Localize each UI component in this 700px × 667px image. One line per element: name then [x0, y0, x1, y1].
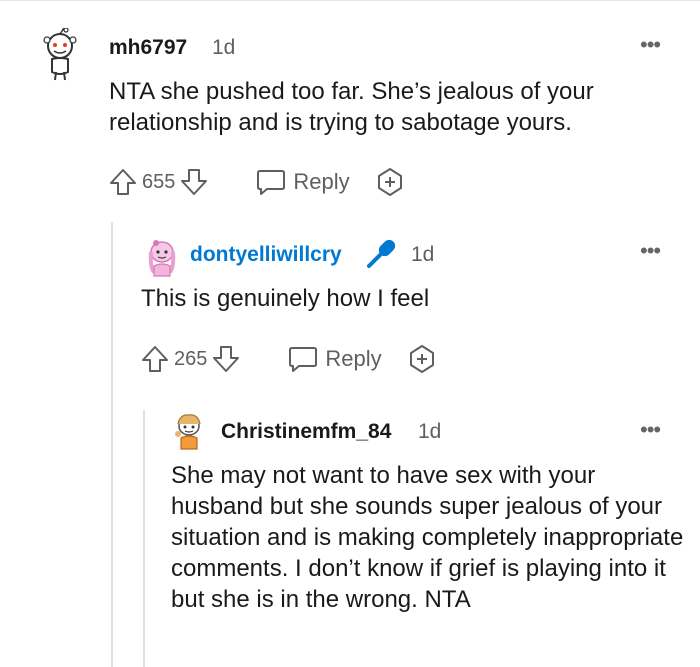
user-avatar[interactable]	[172, 412, 206, 452]
award-icon[interactable]	[406, 343, 438, 375]
reply-button[interactable]: Reply	[287, 344, 382, 374]
downvote-icon[interactable]	[179, 167, 209, 197]
comment-bubble-icon	[257, 170, 286, 195]
more-options-icon[interactable]: •••	[640, 34, 661, 56]
vote-count: 655	[142, 170, 176, 193]
more-options-icon[interactable]: •••	[640, 240, 661, 262]
comment-age: 1d	[418, 420, 442, 443]
top-divider	[0, 0, 700, 1]
upvote-icon[interactable]	[140, 344, 170, 374]
comment-username[interactable]: dontyelliwillcry	[190, 243, 342, 267]
vote-count: 265	[174, 347, 208, 370]
snoo-avatar[interactable]	[38, 28, 82, 82]
more-options-icon[interactable]: •••	[640, 419, 661, 441]
user-avatar[interactable]	[144, 238, 180, 278]
comment-actions: 655 Reply	[108, 166, 406, 198]
downvote-icon[interactable]	[211, 344, 241, 374]
comment-age: 1d	[212, 36, 236, 59]
thread-line[interactable]	[143, 410, 145, 667]
comment-username[interactable]: Christinemfm_84	[221, 420, 391, 444]
comment-age: 1d	[411, 243, 435, 266]
comment-bubble-icon	[289, 347, 318, 372]
microphone-icon	[367, 239, 396, 268]
thread-line[interactable]	[111, 222, 113, 667]
comment-body: NTA she pushed too far. She’s jealous of…	[109, 78, 594, 136]
award-icon[interactable]	[374, 166, 406, 198]
comment-body: She may not want to have sex with your h…	[171, 462, 684, 613]
upvote-icon[interactable]	[108, 167, 138, 197]
reply-label: Reply	[293, 169, 350, 194]
reply-label: Reply	[325, 346, 382, 371]
comment-actions: 265 Reply	[140, 343, 438, 375]
comment-username[interactable]: mh6797	[109, 36, 187, 60]
reply-button[interactable]: Reply	[255, 167, 350, 197]
comment-body: This is genuinely how I feel	[141, 285, 430, 312]
